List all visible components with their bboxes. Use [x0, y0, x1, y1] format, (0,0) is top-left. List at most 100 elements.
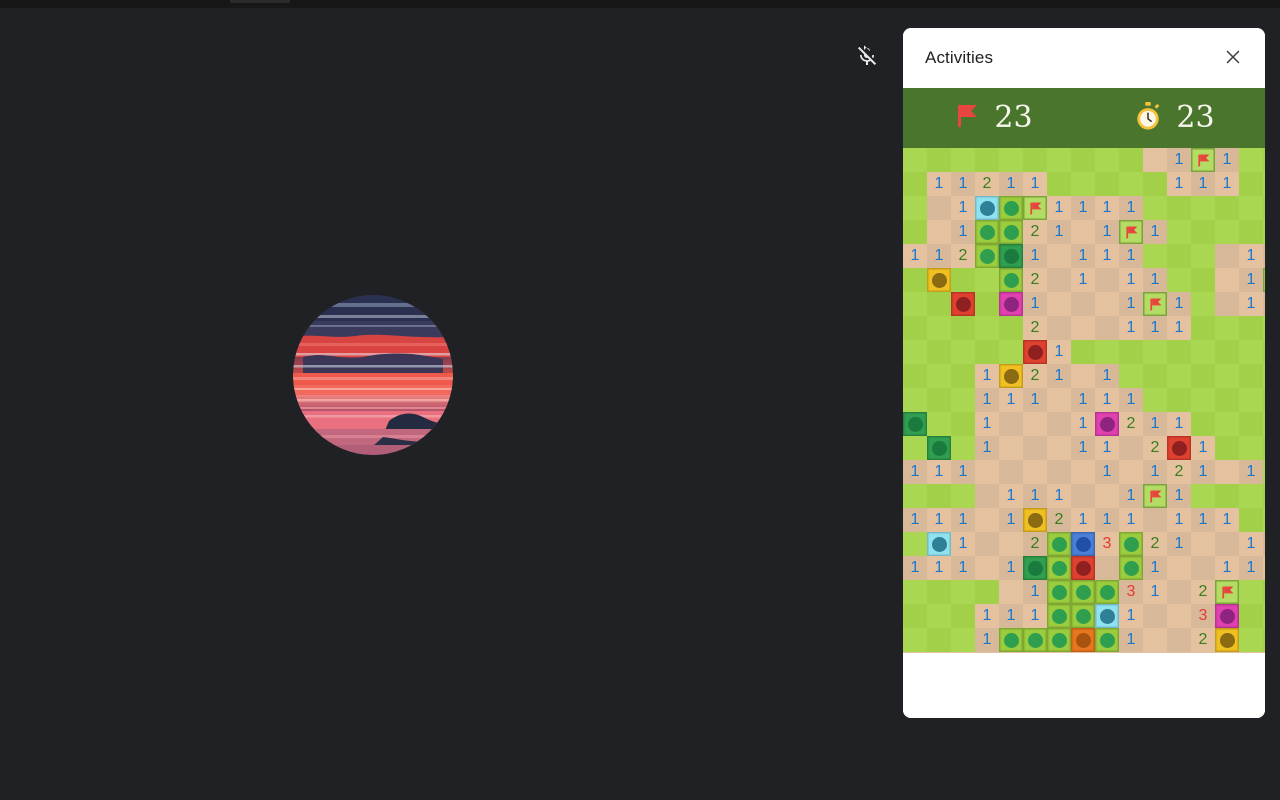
board-cell-number[interactable]: 1: [1167, 292, 1191, 316]
board-cell-unrevealed[interactable]: [1167, 268, 1191, 292]
board-cell-number[interactable]: 1: [1167, 148, 1191, 172]
board-cell-empty[interactable]: [1167, 628, 1191, 652]
board-cell-unrevealed[interactable]: [1239, 196, 1263, 220]
board-cell-unrevealed[interactable]: [1239, 412, 1263, 436]
board-cell-mine[interactable]: [975, 196, 999, 220]
board-cell-unrevealed[interactable]: [1119, 340, 1143, 364]
board-cell-unrevealed[interactable]: [903, 628, 927, 652]
board-cell-number[interactable]: 2: [1047, 508, 1071, 532]
board-cell-unrevealed[interactable]: [951, 316, 975, 340]
board-cell-number[interactable]: 1: [975, 412, 999, 436]
board-cell-unrevealed[interactable]: [1191, 316, 1215, 340]
board-cell-number[interactable]: 1: [1143, 412, 1167, 436]
board-cell-mine[interactable]: [1071, 580, 1095, 604]
board-cell-unrevealed[interactable]: [1239, 148, 1263, 172]
board-cell-number[interactable]: 1: [1095, 364, 1119, 388]
board-cell-empty[interactable]: [1047, 292, 1071, 316]
board-cell-unrevealed[interactable]: [1239, 508, 1263, 532]
board-cell-number[interactable]: 1: [999, 172, 1023, 196]
board-cell-number[interactable]: 1: [903, 460, 927, 484]
board-cell-unrevealed[interactable]: [1239, 220, 1263, 244]
board-cell-empty[interactable]: [1191, 532, 1215, 556]
board-cell-mine[interactable]: [999, 196, 1023, 220]
board-cell-unrevealed[interactable]: [1143, 196, 1167, 220]
board-cell-unrevealed[interactable]: [951, 436, 975, 460]
board-cell-number[interactable]: 1: [1119, 268, 1143, 292]
board-cell-flag[interactable]: [1215, 580, 1239, 604]
board-cell-unrevealed[interactable]: [951, 268, 975, 292]
board-cell-empty[interactable]: [1215, 532, 1239, 556]
board-cell-unrevealed[interactable]: [1167, 364, 1191, 388]
board-cell-unrevealed[interactable]: [1263, 460, 1265, 484]
board-cell-unrevealed[interactable]: [1191, 340, 1215, 364]
board-cell-mine[interactable]: [927, 532, 951, 556]
board-cell-empty[interactable]: [1143, 604, 1167, 628]
board-cell-number[interactable]: 1: [951, 172, 975, 196]
board-cell-unrevealed[interactable]: [1263, 172, 1265, 196]
board-cell-number[interactable]: 1: [1167, 412, 1191, 436]
board-cell-number[interactable]: 1: [1119, 508, 1143, 532]
board-cell-unrevealed[interactable]: [1023, 148, 1047, 172]
board-cell-number[interactable]: 1: [1119, 244, 1143, 268]
board-cell-number[interactable]: 1: [1119, 292, 1143, 316]
board-cell-mine[interactable]: [1119, 532, 1143, 556]
board-cell-number[interactable]: 1: [951, 532, 975, 556]
board-cell-number[interactable]: 1: [1047, 484, 1071, 508]
board-cell-number[interactable]: 3: [1095, 532, 1119, 556]
board-cell-unrevealed[interactable]: [1239, 364, 1263, 388]
board-cell-unrevealed[interactable]: [1263, 220, 1265, 244]
board-cell-empty[interactable]: [1071, 292, 1095, 316]
board-cell-unrevealed[interactable]: [1263, 436, 1265, 460]
board-cell-unrevealed[interactable]: [1239, 628, 1263, 652]
board-cell-empty[interactable]: [927, 220, 951, 244]
board-cell-mine[interactable]: [1071, 604, 1095, 628]
board-cell-unrevealed[interactable]: [1167, 340, 1191, 364]
board-cell-number[interactable]: 1: [975, 604, 999, 628]
board-cell-unrevealed[interactable]: [1191, 196, 1215, 220]
board-cell-number[interactable]: 1: [1143, 316, 1167, 340]
board-cell-empty[interactable]: [999, 460, 1023, 484]
board-cell-mine[interactable]: [1167, 436, 1191, 460]
board-cell-unrevealed[interactable]: [1215, 196, 1239, 220]
board-cell-unrevealed[interactable]: [1239, 316, 1263, 340]
board-cell-number[interactable]: 1: [1071, 268, 1095, 292]
board-cell-empty[interactable]: [1047, 436, 1071, 460]
board-cell-unrevealed[interactable]: [1191, 292, 1215, 316]
board-cell-empty[interactable]: [1023, 412, 1047, 436]
board-cell-unrevealed[interactable]: [903, 580, 927, 604]
board-cell-empty[interactable]: [1143, 148, 1167, 172]
board-cell-mine[interactable]: [1071, 556, 1095, 580]
board-cell-unrevealed[interactable]: [1095, 148, 1119, 172]
board-cell-number[interactable]: 1: [1095, 244, 1119, 268]
board-cell-number[interactable]: 1: [1095, 388, 1119, 412]
board-cell-mine[interactable]: [1071, 628, 1095, 652]
board-cell-mine[interactable]: [1095, 580, 1119, 604]
board-cell-number[interactable]: 1: [1239, 292, 1263, 316]
board-cell-unrevealed[interactable]: [1215, 364, 1239, 388]
board-cell-unrevealed[interactable]: [903, 172, 927, 196]
board-cell-empty[interactable]: [1191, 556, 1215, 580]
board-cell-number[interactable]: 1: [903, 556, 927, 580]
board-cell-number[interactable]: 1: [1023, 292, 1047, 316]
board-cell-mine[interactable]: [1095, 604, 1119, 628]
board-cell-number[interactable]: 1: [1143, 220, 1167, 244]
board-cell-unrevealed[interactable]: [1191, 484, 1215, 508]
board-cell-number[interactable]: 1: [927, 172, 951, 196]
board-cell-number[interactable]: 1: [1119, 196, 1143, 220]
board-cell-empty[interactable]: [1071, 484, 1095, 508]
board-cell-number[interactable]: 1: [1095, 460, 1119, 484]
board-cell-unrevealed[interactable]: [1263, 364, 1265, 388]
board-cell-unrevealed[interactable]: [1263, 340, 1265, 364]
board-cell-mine[interactable]: [1215, 604, 1239, 628]
board-cell-mine[interactable]: [975, 244, 999, 268]
board-cell-number[interactable]: 1: [1191, 508, 1215, 532]
board-cell-flag[interactable]: [1191, 148, 1215, 172]
board-cell-mine[interactable]: [1023, 508, 1047, 532]
board-cell-number[interactable]: 1: [903, 244, 927, 268]
board-cell-empty[interactable]: [975, 532, 999, 556]
board-cell-empty[interactable]: [1047, 460, 1071, 484]
board-cell-number[interactable]: 1: [1095, 508, 1119, 532]
minesweeper-board[interactable]: 1111211111111111211111211111121111111112…: [903, 148, 1265, 652]
board-cell-number[interactable]: 1: [1167, 532, 1191, 556]
board-cell-number[interactable]: 1: [1191, 460, 1215, 484]
